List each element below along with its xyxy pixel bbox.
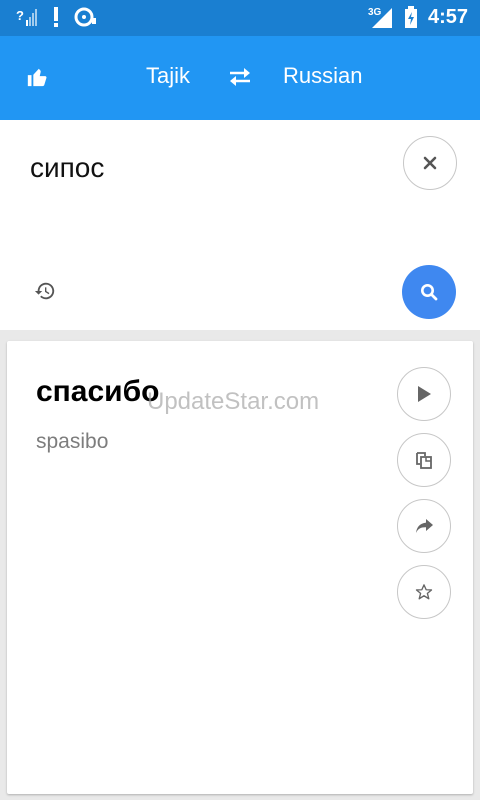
transliteration-text: spasibo	[36, 430, 109, 453]
search-button[interactable]	[402, 265, 456, 319]
search-icon	[421, 284, 438, 301]
sync-icon	[74, 7, 96, 27]
star-icon	[415, 584, 433, 600]
svg-text:3G: 3G	[368, 7, 382, 18]
share-button[interactable]	[397, 499, 451, 553]
copy-icon	[416, 452, 432, 469]
svg-text:?: ?	[16, 8, 24, 23]
status-time: 4:57	[427, 5, 468, 28]
status-bar: ? 3G 4:57	[0, 0, 480, 36]
result-card: спасибо UpdateStar.com spasibo	[7, 341, 473, 794]
clear-icon	[423, 156, 437, 170]
copy-button[interactable]	[397, 433, 451, 487]
history-icon[interactable]	[34, 280, 56, 302]
source-language-button[interactable]: Tajik	[146, 63, 190, 89]
watermark: UpdateStar.com	[147, 388, 320, 415]
target-language-button[interactable]: Russian	[283, 63, 362, 89]
signal-unknown-icon: ?	[16, 8, 37, 26]
play-button[interactable]	[397, 367, 451, 421]
favorite-button[interactable]	[397, 565, 451, 619]
play-icon	[418, 386, 431, 402]
app-bar: Tajik Russian	[0, 36, 480, 120]
thumbs-up-icon[interactable]	[26, 66, 48, 88]
input-panel: сипос	[0, 120, 480, 330]
translation-text: спасибо	[36, 375, 160, 408]
source-text-input[interactable]: сипос	[30, 152, 104, 184]
swap-icon[interactable]	[228, 66, 252, 88]
signal-3g-icon: 3G	[368, 7, 392, 28]
share-icon	[416, 519, 433, 533]
battery-icon	[404, 6, 417, 28]
alert-icon	[54, 7, 58, 27]
clear-button[interactable]	[403, 136, 457, 190]
